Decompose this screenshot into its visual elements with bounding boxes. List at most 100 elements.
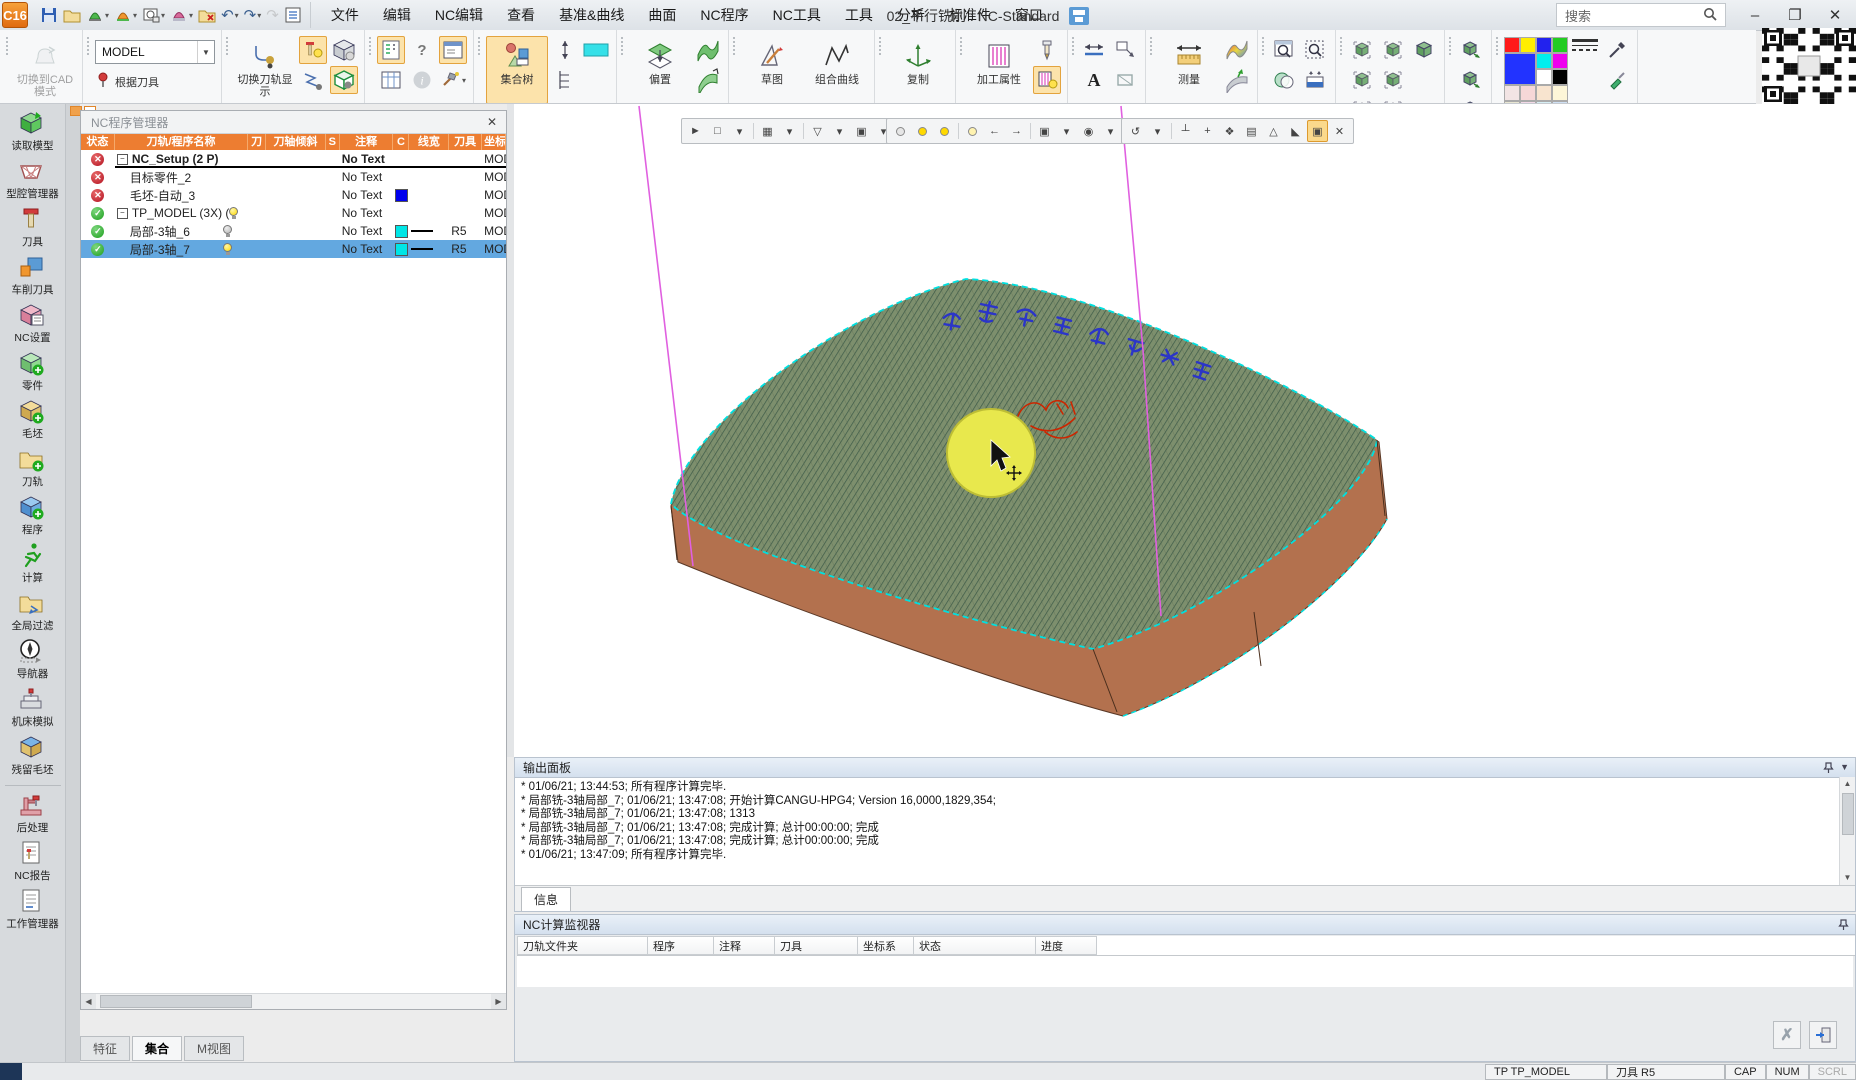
monitor-column-程序[interactable]: 程序 bbox=[648, 936, 714, 955]
menu-NC编辑[interactable]: NC编辑 bbox=[425, 2, 493, 28]
surface2-button[interactable] bbox=[694, 66, 722, 94]
camera-icon[interactable]: ◉ bbox=[1078, 120, 1099, 142]
cube-solid-button[interactable] bbox=[1410, 36, 1438, 64]
bulb-half-icon[interactable] bbox=[962, 120, 983, 142]
fit-button[interactable] bbox=[1301, 66, 1329, 94]
dim-h-button[interactable] bbox=[1080, 36, 1108, 64]
sidebar-item-导航器[interactable]: 导航器 bbox=[1, 638, 65, 681]
monitor-panel-header[interactable]: NC计算监视器 bbox=[515, 915, 1855, 935]
cube-view-button[interactable] bbox=[1379, 66, 1407, 94]
scroll-right-icon[interactable]: ▶ bbox=[491, 994, 506, 1009]
align-plane-icon[interactable]: △ bbox=[1263, 120, 1284, 142]
tree-row-NC_Setup (2 P)[interactable]: ✕−NC_Setup (2 P)No TextMOD bbox=[81, 150, 506, 168]
color-swatch[interactable] bbox=[1552, 85, 1568, 101]
bulb-on-icon[interactable] bbox=[934, 120, 955, 142]
menu-基准&曲线[interactable]: 基准&曲线 bbox=[549, 2, 634, 28]
cube-view-button[interactable] bbox=[1348, 96, 1376, 104]
sidebar-item-程序[interactable]: 程序 bbox=[1, 494, 65, 537]
cube-view-button[interactable] bbox=[1379, 96, 1407, 104]
column-header-刀轴倾斜[interactable]: 刀轴倾斜 bbox=[266, 134, 326, 150]
column-header-状态[interactable]: 状态 bbox=[81, 134, 115, 150]
swatch-cyan-button[interactable] bbox=[582, 36, 610, 64]
visibility-bulb-icon[interactable] bbox=[229, 207, 238, 219]
question-button[interactable]: ? bbox=[408, 36, 436, 64]
sidebar-item-刀具[interactable]: 刀具 bbox=[1, 206, 65, 249]
sidebar-item-零件[interactable]: 零件 bbox=[1, 350, 65, 393]
output-panel-header[interactable]: 输出面板 ▼ bbox=[515, 758, 1855, 778]
sidebar-item-读取模型[interactable]: 读取模型 bbox=[1, 110, 65, 153]
scroll-left-icon[interactable]: ◀ bbox=[81, 994, 96, 1009]
monitor-column-进度[interactable]: 进度 bbox=[1036, 936, 1097, 955]
column-header-坐标系[interactable]: 坐标系 bbox=[482, 134, 506, 150]
dim-xyz-button[interactable] bbox=[1111, 36, 1139, 64]
3d-viewport[interactable]: ►□▾▦▾▽▾▣▾►▾←→▣▾◉▾↺▾┴+❖▤△◣▣✕ bbox=[507, 104, 1856, 757]
active-csys-icon[interactable]: ▣ bbox=[1307, 120, 1328, 142]
eyedropper-icon[interactable] bbox=[1603, 36, 1631, 64]
drill-button[interactable] bbox=[1033, 36, 1061, 64]
visibility-bulb-icon[interactable] bbox=[223, 225, 232, 237]
dim-tree-button[interactable] bbox=[551, 66, 579, 94]
dropdown-icon[interactable]: ▾ bbox=[729, 120, 750, 142]
active-color-swatch[interactable] bbox=[1504, 53, 1536, 85]
model-csys-combobox[interactable]: MODEL▼ bbox=[95, 40, 215, 64]
tab-集合[interactable]: 集合 bbox=[132, 1036, 182, 1061]
tree-row-TP_MODEL (3X) ([interactable]: ✓−TP_MODEL (3X) (No TextMOD bbox=[81, 204, 506, 222]
color-swatch[interactable] bbox=[1520, 85, 1536, 101]
tree-row-目标零件_2[interactable]: ✕目标零件_2No TextMOD bbox=[81, 168, 506, 186]
column-header-注释[interactable]: 注释 bbox=[340, 134, 394, 150]
scroll-thumb[interactable] bbox=[100, 995, 252, 1008]
list-check-button[interactable] bbox=[377, 36, 405, 64]
column-header-线宽[interactable]: 线宽 bbox=[409, 134, 449, 150]
column-header-C[interactable]: C bbox=[393, 134, 409, 150]
cube-view-button[interactable] bbox=[1379, 36, 1407, 64]
color-swatch[interactable] bbox=[1552, 69, 1568, 85]
box-select-icon[interactable]: ▣ bbox=[851, 120, 872, 142]
menu-编辑[interactable]: 编辑 bbox=[373, 2, 421, 28]
color-swatch[interactable] bbox=[1536, 53, 1552, 69]
axis-icon[interactable]: ┴ bbox=[1175, 120, 1196, 142]
dropdown-icon[interactable]: ▾ bbox=[1147, 120, 1168, 142]
color-swatch[interactable] bbox=[1536, 37, 1552, 53]
polyline-button[interactable]: 组合曲线 bbox=[806, 36, 868, 104]
info-button[interactable]: i bbox=[408, 66, 436, 94]
sidebar-item-车削刀具[interactable]: 车削刀具 bbox=[1, 254, 65, 297]
sidebar-item-计算[interactable]: 计算 bbox=[1, 542, 65, 585]
select-window-icon[interactable]: □ bbox=[707, 120, 728, 142]
align-corner-icon[interactable]: ◣ bbox=[1285, 120, 1306, 142]
forward-icon[interactable]: → bbox=[1006, 120, 1027, 142]
toolpath-button[interactable]: 切换刀轨显示 bbox=[234, 36, 296, 104]
cube-bulb-button[interactable] bbox=[330, 36, 358, 64]
pink-stripes-button[interactable]: 加工属性 bbox=[968, 36, 1030, 104]
sidebar-item-工作管理器[interactable]: 工作管理器 bbox=[1, 888, 65, 931]
hat-orange-icon[interactable]: ▾ bbox=[112, 3, 139, 27]
tab-特征[interactable]: 特征 bbox=[80, 1036, 130, 1061]
bulb-off-icon[interactable] bbox=[890, 120, 911, 142]
open-folder-icon[interactable] bbox=[61, 3, 83, 27]
sidebar-item-残留毛坯[interactable]: 残留毛坯 bbox=[1, 734, 65, 777]
hammer-button[interactable]: ▾ bbox=[439, 66, 467, 94]
chevron-down-icon[interactable]: ▼ bbox=[197, 41, 214, 63]
pink-bulb-button[interactable] bbox=[1033, 66, 1061, 94]
move-icon[interactable]: + bbox=[1197, 120, 1218, 142]
column-header-刀[interactable]: 刀 bbox=[248, 134, 266, 150]
offset-button[interactable]: 偏置 bbox=[629, 36, 691, 104]
pin-icon[interactable] bbox=[1823, 762, 1834, 774]
select-poly-icon[interactable]: ▦ bbox=[757, 120, 778, 142]
menu-文件[interactable]: 文件 bbox=[321, 2, 369, 28]
expand-collapse-icon[interactable]: − bbox=[117, 208, 128, 219]
sidebar-item-型腔管理器[interactable]: 型腔管理器 bbox=[1, 158, 65, 201]
cube-arrow-button[interactable] bbox=[1457, 36, 1485, 64]
collapse-icon[interactable]: ▼ bbox=[1840, 762, 1849, 774]
color-swatch[interactable] bbox=[1520, 37, 1536, 53]
color-swatch[interactable] bbox=[395, 243, 408, 256]
dropdown-icon[interactable]: ▾ bbox=[1100, 120, 1121, 142]
gray-surface-button[interactable] bbox=[1223, 66, 1251, 94]
color-swatch[interactable] bbox=[1504, 85, 1520, 101]
stop-calculation-icon[interactable]: ✗ bbox=[1773, 1021, 1801, 1049]
monitor-column-注释[interactable]: 注释 bbox=[714, 936, 775, 955]
monitor-column-状态[interactable]: 状态 bbox=[914, 936, 1036, 955]
window-button[interactable] bbox=[439, 36, 467, 64]
tree-hscrollbar[interactable]: ◀ ▶ bbox=[81, 993, 506, 1009]
monitor-column-坐标系[interactable]: 坐标系 bbox=[858, 936, 914, 955]
tree-shapes-button[interactable]: 集合树 bbox=[486, 36, 548, 104]
